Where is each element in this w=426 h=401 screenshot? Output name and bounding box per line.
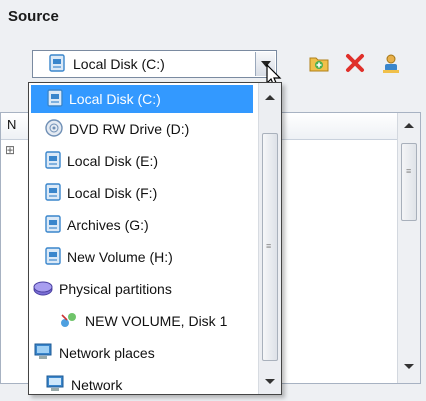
drive-icon (45, 182, 61, 204)
dvd-icon (45, 118, 63, 140)
source-combobox[interactable]: Local Disk (C:) (32, 50, 277, 78)
partition-icon (59, 311, 79, 332)
user-icon[interactable] (380, 52, 402, 74)
physical-disk-icon (33, 280, 53, 299)
drive-icon (49, 53, 65, 75)
drive-dropdown-list[interactable]: Local Disk (C:) DVD RW Drive (D:) Local Di… (28, 82, 282, 395)
dropdown-item[interactable]: Local Disk (E:) (29, 145, 255, 177)
column-header-label: N (7, 117, 17, 132)
tree-scrollbar[interactable]: ≡ (397, 113, 420, 383)
dropdown-item[interactable]: Archives (G:) (29, 209, 255, 241)
dropdown-scrollbar[interactable]: ≡ (258, 83, 281, 394)
dropdown-item-label: NEW VOLUME, Disk 1 (85, 313, 228, 329)
network-places-icon (33, 343, 53, 364)
dropdown-item[interactable]: Local Disk (C:) (31, 85, 253, 113)
network-icon (45, 375, 65, 396)
scroll-down-icon[interactable] (265, 379, 275, 384)
drive-icon (45, 246, 61, 268)
source-title: Source (8, 8, 59, 25)
add-folder-icon[interactable] (308, 52, 330, 74)
dropdown-item[interactable]: New Volume (H:) (29, 241, 255, 273)
grip-icon: ≡ (406, 166, 412, 176)
delete-icon[interactable] (344, 52, 366, 74)
scroll-thumb[interactable]: ≡ (401, 143, 417, 221)
grip-icon: ≡ (266, 241, 272, 251)
tree-expand-icon[interactable]: ⊞ (5, 143, 15, 157)
dropdown-item-label: Local Disk (E:) (67, 153, 159, 169)
scroll-up-icon[interactable] (404, 123, 414, 128)
dropdown-items: Local Disk (C:) DVD RW Drive (D:) Local Di… (29, 83, 255, 401)
drive-icon (45, 214, 61, 236)
scroll-up-icon[interactable] (265, 95, 275, 100)
drive-icon (47, 88, 63, 110)
dropdown-item-label: Network (71, 377, 123, 393)
dropdown-item[interactable]: Network (29, 369, 255, 401)
dropdown-item-label: Local Disk (C:) (69, 91, 161, 107)
dropdown-item-label: DVD RW Drive (D:) (69, 121, 190, 137)
dropdown-item[interactable]: Local Disk (F:) (29, 177, 255, 209)
dropdown-item[interactable]: DVD RW Drive (D:) (29, 113, 255, 145)
dropdown-item-label: Physical partitions (59, 281, 172, 297)
dropdown-item[interactable]: Network places (29, 337, 255, 369)
dropdown-item[interactable]: NEW VOLUME, Disk 1 (29, 305, 255, 337)
scroll-down-icon[interactable] (404, 364, 414, 369)
dropdown-item-label: Archives (G:) (67, 217, 149, 233)
combo-value: Local Disk (C:) (73, 56, 165, 72)
drive-icon (45, 150, 61, 172)
dropdown-item-label: New Volume (H:) (67, 249, 173, 265)
dropdown-item-label: Local Disk (F:) (67, 185, 158, 201)
dropdown-item-label: Network places (59, 345, 155, 361)
dropdown-item[interactable]: Physical partitions (29, 273, 255, 305)
